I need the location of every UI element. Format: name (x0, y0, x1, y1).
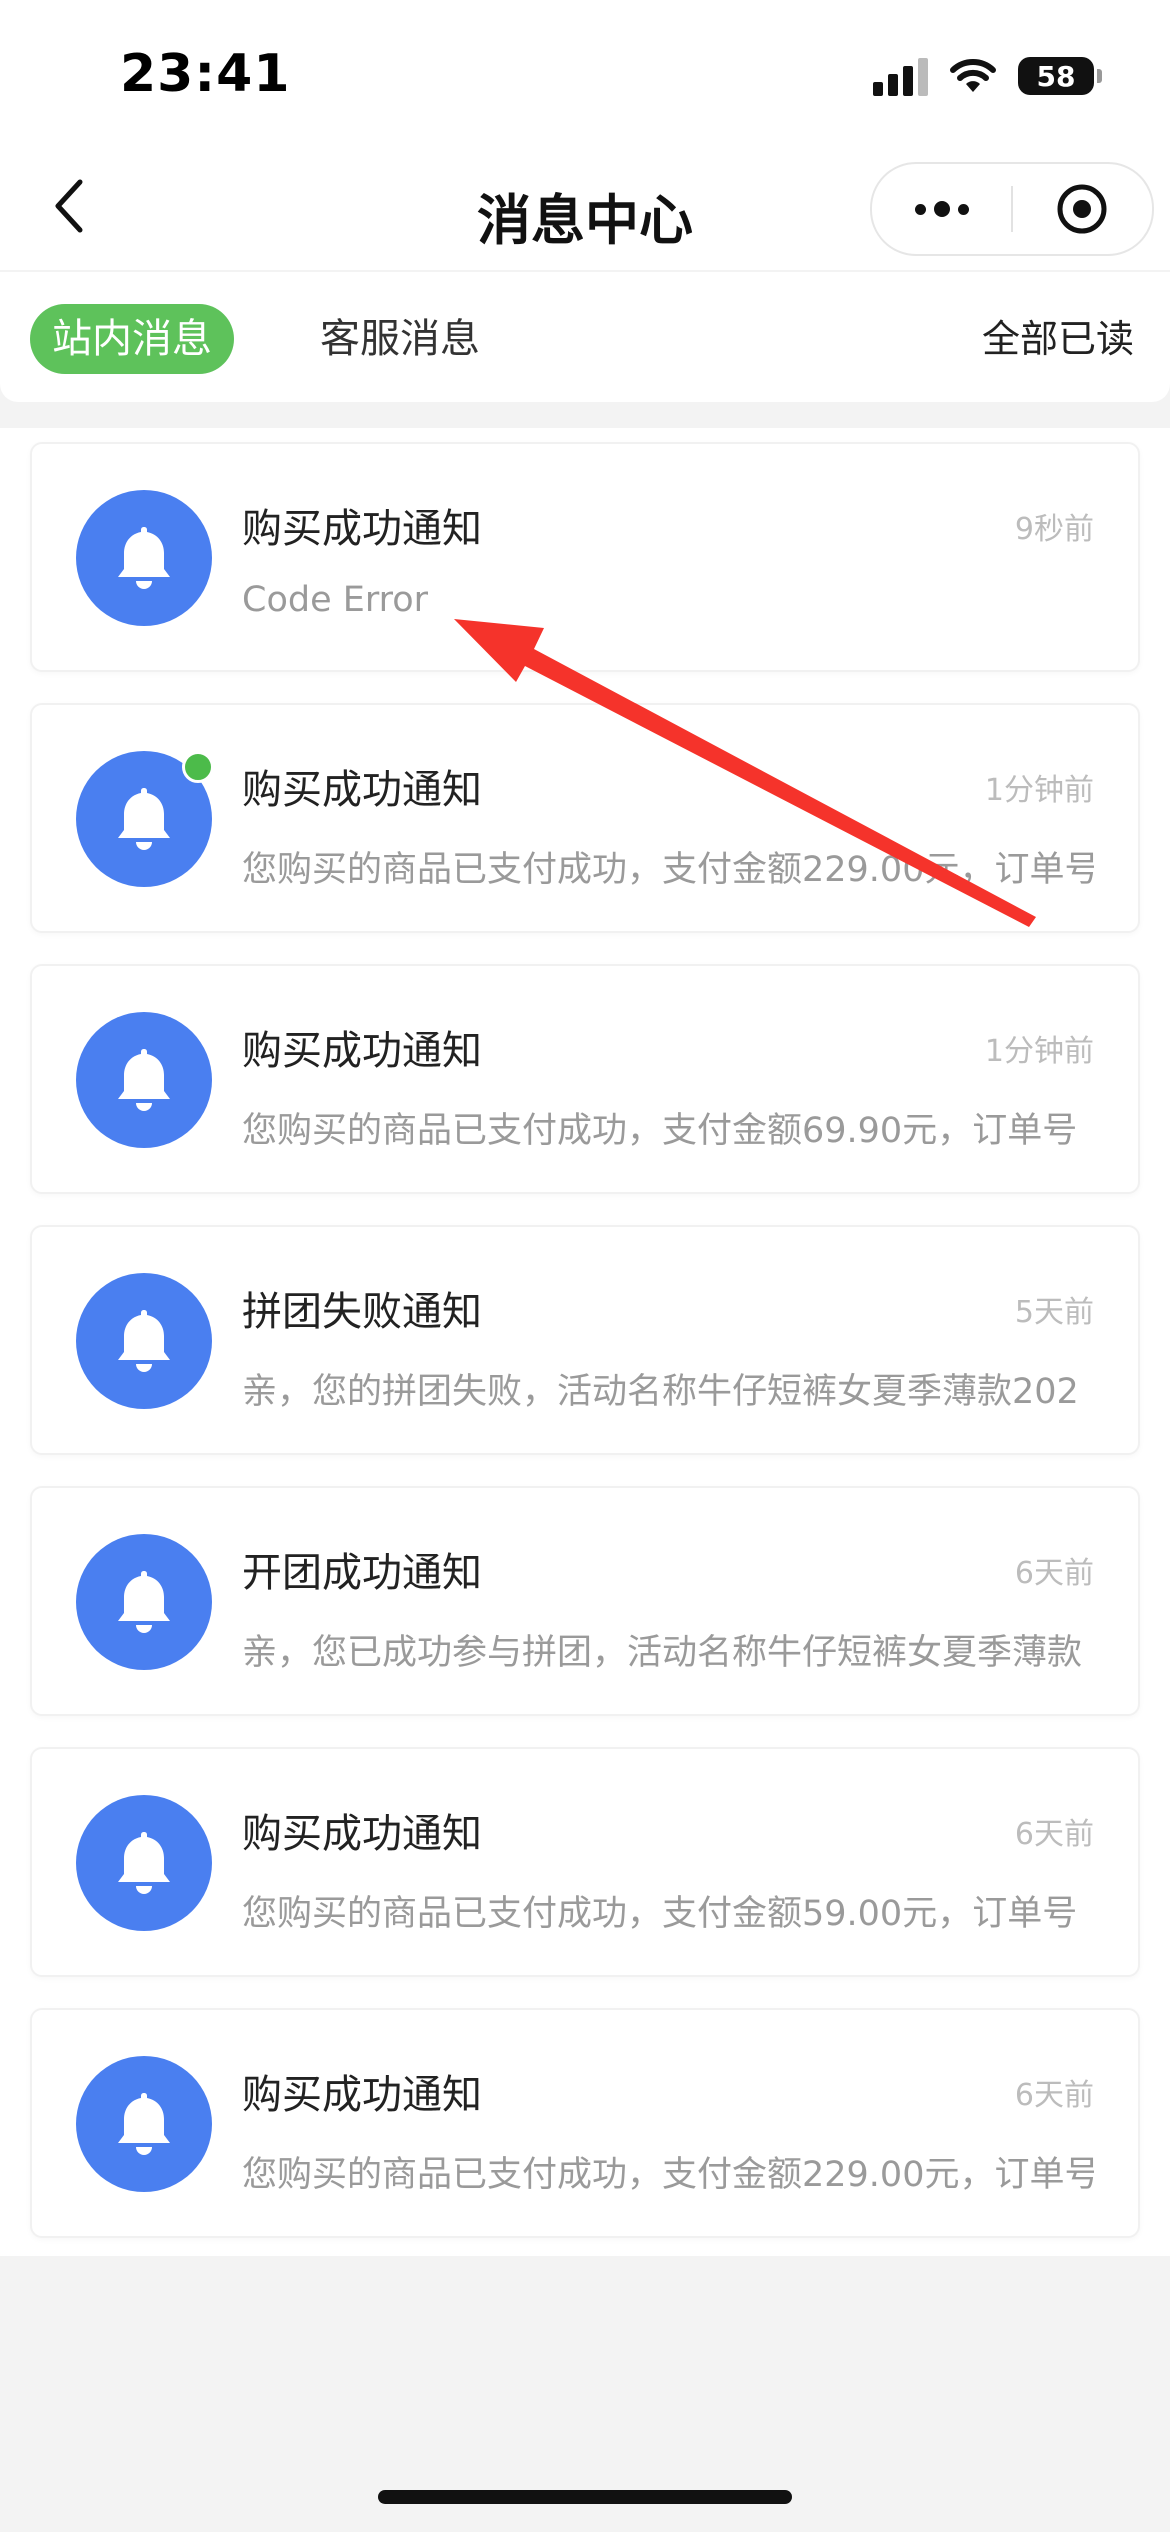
bell-avatar (76, 490, 212, 626)
message-card[interactable]: 购买成功通知 9秒前 Code Error (30, 442, 1140, 672)
message-preview: 您购买的商品已支付成功，支付金额229.00元，订单号 (242, 2155, 1094, 2195)
message-preview: Code Error (242, 580, 429, 620)
bell-icon (118, 788, 170, 850)
message-card[interactable]: 购买成功通知 6天前 您购买的商品已支付成功，支付金额59.00元，订单号 (30, 1747, 1140, 1977)
message-card[interactable]: 购买成功通知 6天前 您购买的商品已支付成功，支付金额229.00元，订单号 (30, 2008, 1140, 2238)
bell-icon (118, 1832, 170, 1894)
mark-all-read-button[interactable]: 全部已读 (982, 304, 1134, 374)
status-icons: 58 (873, 56, 1102, 96)
message-time: 1分钟前 (984, 1034, 1094, 1069)
bell-avatar (76, 1795, 212, 1931)
tab-customer-service[interactable]: 客服消息 (320, 304, 480, 374)
message-time: 6天前 (1014, 2078, 1094, 2113)
battery-icon: 58 (1018, 57, 1102, 95)
message-title: 开团成功通知 (242, 1550, 482, 1596)
message-preview: 您购买的商品已支付成功，支付金额59.00元，订单号 (242, 1894, 1078, 1934)
status-bar: 23:41 58 (0, 0, 1170, 150)
bell-icon (118, 1310, 170, 1372)
mini-program-capsule (870, 162, 1154, 256)
unread-dot (182, 751, 214, 783)
bell-avatar (76, 1273, 212, 1409)
message-title: 拼团失败通知 (242, 1289, 482, 1335)
message-time: 9秒前 (1014, 512, 1094, 547)
bell-avatar (76, 2056, 212, 2192)
bell-icon (118, 527, 170, 589)
message-card[interactable]: 拼团失败通知 5天前 亲，您的拼团失败，活动名称牛仔短裤女夏季薄款202 (30, 1225, 1140, 1455)
message-time: 1分钟前 (984, 773, 1094, 808)
message-title: 购买成功通知 (242, 2072, 482, 2118)
message-title: 购买成功通知 (242, 1028, 482, 1074)
home-indicator (378, 2490, 792, 2504)
bell-icon (118, 2093, 170, 2155)
navigation-bar: 消息中心 (0, 140, 1170, 270)
status-time: 23:41 (120, 44, 291, 104)
tab-site-messages[interactable]: 站内消息 (30, 304, 234, 374)
message-card[interactable]: 购买成功通知 1分钟前 您购买的商品已支付成功，支付金额229.00元，订单号 (30, 703, 1140, 933)
message-title: 购买成功通知 (242, 506, 482, 552)
more-dots-icon (914, 201, 969, 217)
bell-icon (118, 1571, 170, 1633)
bell-avatar (76, 1534, 212, 1670)
message-time: 5天前 (1014, 1295, 1094, 1330)
message-title: 购买成功通知 (242, 1811, 482, 1857)
message-preview: 亲，您已成功参与拼团，活动名称牛仔短裤女夏季薄款 (242, 1633, 1083, 1673)
message-list: 购买成功通知 9秒前 Code Error 购买成功通知 1分钟前 您购买的商品… (0, 428, 1170, 2256)
message-preview: 您购买的商品已支付成功，支付金额229.00元，订单号 (242, 850, 1094, 890)
close-mini-program-button[interactable] (1013, 164, 1152, 254)
message-card[interactable]: 开团成功通知 6天前 亲，您已成功参与拼团，活动名称牛仔短裤女夏季薄款 (30, 1486, 1140, 1716)
bell-icon (118, 1049, 170, 1111)
message-time: 6天前 (1014, 1556, 1094, 1591)
message-title: 购买成功通知 (242, 767, 482, 813)
message-card[interactable]: 购买成功通知 1分钟前 您购买的商品已支付成功，支付金额69.90元，订单号 (30, 964, 1140, 1194)
bell-avatar (76, 1012, 212, 1148)
more-button[interactable] (872, 164, 1011, 254)
message-preview: 亲，您的拼团失败，活动名称牛仔短裤女夏季薄款202 (242, 1372, 1079, 1412)
message-preview: 您购买的商品已支付成功，支付金额69.90元，订单号 (242, 1111, 1078, 1151)
target-circle-icon (1057, 184, 1107, 234)
message-tabs: 站内消息 客服消息 全部已读 (0, 272, 1170, 402)
message-time: 6天前 (1014, 1817, 1094, 1852)
wifi-icon (950, 58, 996, 94)
cellular-signal-icon (873, 56, 928, 96)
